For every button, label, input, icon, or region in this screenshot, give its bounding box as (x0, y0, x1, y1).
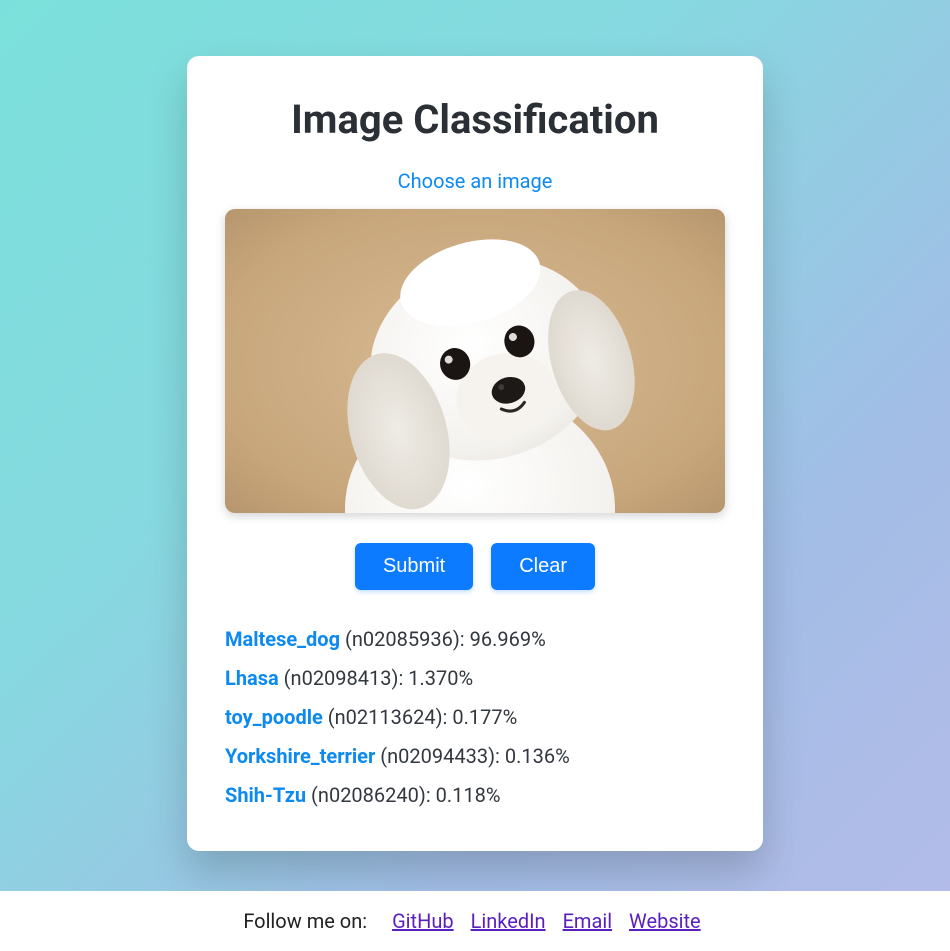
page-title: Image Classification (225, 96, 725, 143)
submit-button[interactable]: Submit (355, 543, 473, 590)
footer-follow-label: Follow me on: (243, 909, 367, 933)
footer-link-github[interactable]: GitHub (392, 909, 454, 933)
result-detail: (n02086240): 0.118% (311, 783, 501, 807)
main-card: Image Classification Choose an image (187, 56, 763, 851)
result-row: Shih-Tzu (n02086240): 0.118% (225, 782, 725, 809)
footer-link-email[interactable]: Email (563, 909, 613, 933)
result-detail: (n02113624): 0.177% (328, 705, 518, 729)
footer-link-linkedin[interactable]: LinkedIn (471, 909, 546, 933)
result-detail: (n02098413): 1.370% (284, 666, 474, 690)
result-detail: (n02094433): 0.136% (380, 744, 570, 768)
choose-image-link[interactable]: Choose an image (225, 169, 725, 193)
result-row: Lhasa (n02098413): 1.370% (225, 665, 725, 692)
result-row: Yorkshire_terrier (n02094433): 0.136% (225, 743, 725, 770)
result-row: Maltese_dog (n02085936): 96.969% (225, 626, 725, 653)
result-row: toy_poodle (n02113624): 0.177% (225, 704, 725, 731)
footer: Follow me on: GitHub LinkedIn Email Webs… (0, 891, 950, 951)
footer-link-website[interactable]: Website (629, 909, 701, 933)
result-label: Maltese_dog (225, 627, 340, 651)
result-label: toy_poodle (225, 705, 323, 729)
result-label: Yorkshire_terrier (225, 744, 375, 768)
clear-button[interactable]: Clear (491, 543, 595, 590)
result-label: Shih-Tzu (225, 783, 306, 807)
uploaded-image (225, 209, 725, 513)
result-label: Lhasa (225, 666, 279, 690)
result-detail: (n02085936): 96.969% (345, 627, 546, 651)
results-list: Maltese_dog (n02085936): 96.969% Lhasa (… (225, 626, 725, 809)
button-row: Submit Clear (225, 543, 725, 590)
